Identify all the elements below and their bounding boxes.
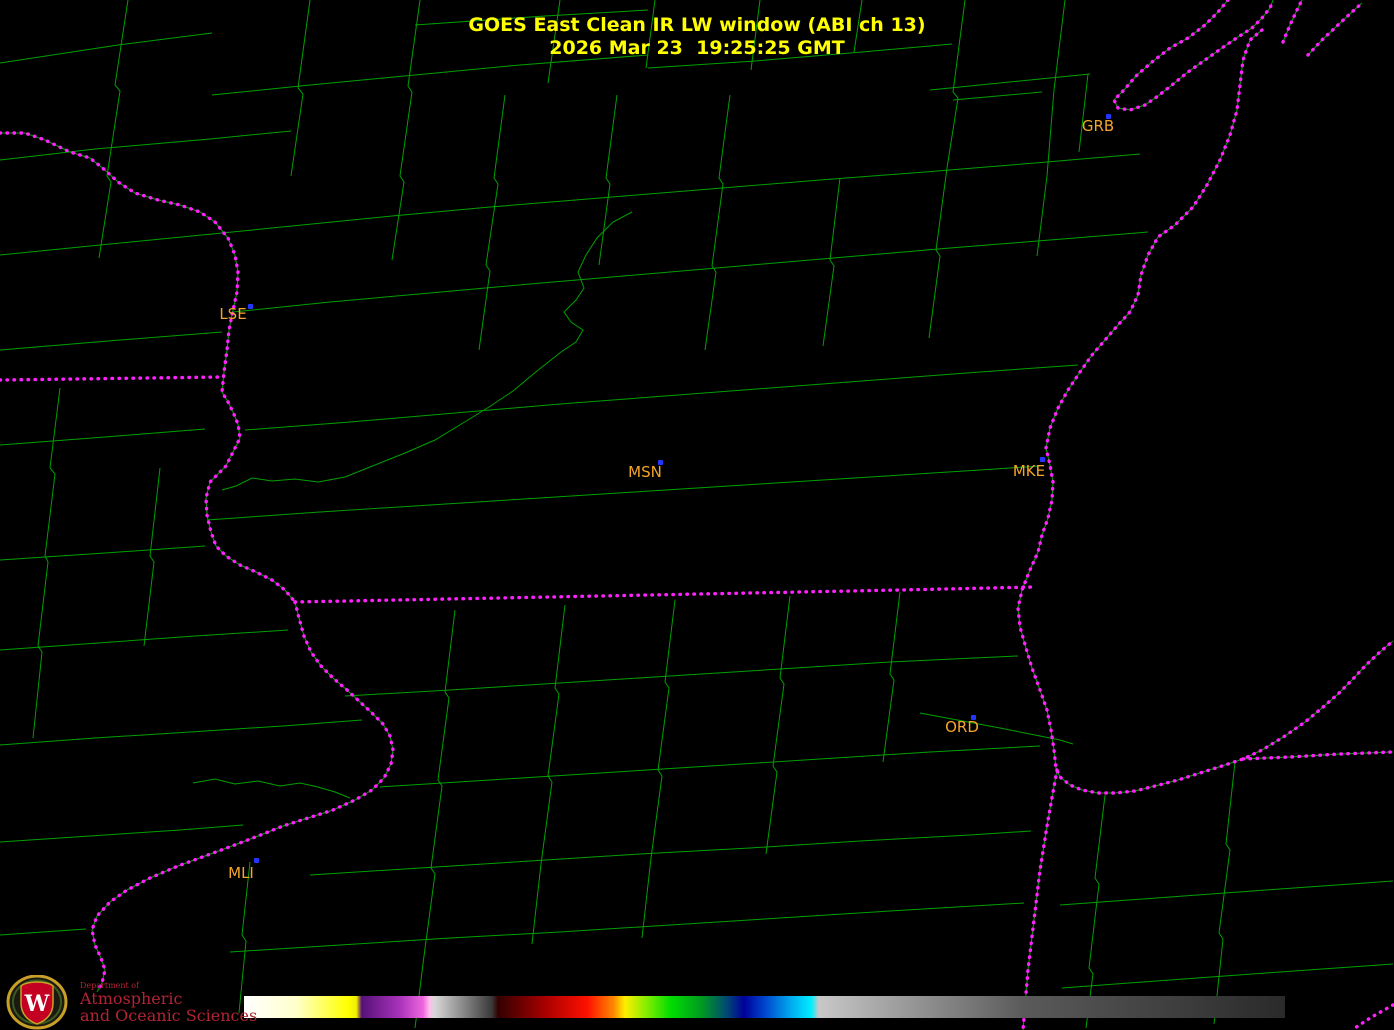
title-block: GOES East Clean IR LW window (ABI ch 13)… — [0, 14, 1394, 60]
county-boundary-path — [206, 465, 1041, 521]
station-dot-icon — [248, 304, 253, 309]
county-boundary-path — [952, 91, 1043, 101]
county-boundary-path — [0, 130, 292, 161]
county-boundary-path — [379, 745, 1041, 788]
county-boundary-path — [1085, 794, 1106, 1029]
county-boundary-path — [211, 54, 649, 96]
state-border-path — [293, 585, 1037, 604]
county-boundary-path — [414, 609, 456, 1029]
county-boundary-path — [478, 94, 506, 351]
county-boundary-path — [1061, 963, 1394, 989]
state-border-path — [1021, 768, 1059, 1030]
uw-crest-icon: W — [6, 975, 68, 1030]
county-boundary-path — [1059, 880, 1394, 906]
county-boundary-path — [192, 778, 351, 799]
timestamp: 2026 Mar 23 19:25:25 GMT — [549, 37, 845, 59]
map-svg — [0, 0, 1394, 1030]
logo-name-line2: and Oceanic Sciences — [80, 1006, 258, 1025]
station-label: MSN — [628, 463, 662, 481]
county-boundary-path — [0, 719, 363, 746]
county-boundary-path — [822, 177, 841, 347]
state-border-path — [1350, 1003, 1394, 1030]
county-boundary-path — [765, 595, 791, 855]
county-boundary-path — [598, 94, 618, 266]
state-border-path — [0, 131, 297, 604]
color-scale-bar — [244, 996, 1285, 1018]
county-boundary-path — [928, 167, 948, 339]
shoreline-underlay — [0, 0, 1394, 1030]
county-boundary-path — [221, 211, 633, 491]
crest-letter: W — [24, 991, 50, 1017]
county-boundary-path — [1036, 89, 1055, 257]
product-title: GOES East Clean IR LW window (ABI ch 13) — [468, 14, 926, 36]
uw-aos-logo: W Department of Atmospheric and Oceanic … — [6, 975, 257, 1030]
county-boundary-path — [309, 830, 1032, 876]
county-boundary-path — [232, 231, 1149, 313]
station-label: MKE — [1012, 462, 1046, 480]
county-boundary-path — [0, 629, 289, 651]
county-boundary-path — [0, 428, 206, 446]
county-boundary-path — [0, 824, 244, 843]
logo-name-line1: Atmospheric — [80, 989, 183, 1008]
county-boundary-path — [531, 604, 566, 945]
state-border-path — [0, 375, 224, 382]
state-border-path — [1016, 28, 1394, 795]
county-boundary-path — [0, 132, 296, 603]
station-label: LSE — [219, 305, 247, 323]
station-dot-icon — [254, 858, 259, 863]
county-boundary-path — [143, 467, 161, 647]
logo-text: Department of Atmospheric and Oceanic Sc… — [80, 981, 257, 1024]
county-boundary-path — [919, 712, 1074, 745]
station-label: GRB — [1081, 117, 1115, 135]
county-boundary-path — [1022, 769, 1058, 1030]
station-label: MLI — [228, 864, 254, 882]
station-label: ORD — [945, 718, 979, 736]
county-boundary-path — [344, 655, 1019, 697]
county-boundary-path — [1017, 29, 1394, 794]
county-boundary-path — [244, 364, 1079, 431]
satellite-viewer-screen: GOES East Clean IR LW window (ABI ch 13)… — [0, 0, 1394, 1030]
county-boundary-path — [0, 545, 206, 561]
state-borders-dotted — [0, 0, 1394, 1030]
county-boundary-path — [1078, 73, 1089, 153]
county-boundaries — [0, 0, 1394, 1029]
county-boundary-path — [0, 215, 393, 256]
county-boundary-path — [704, 94, 731, 351]
county-boundary-path — [882, 591, 901, 763]
county-boundary-path — [391, 153, 1141, 217]
county-boundary-path — [0, 331, 223, 351]
county-boundary-path — [0, 928, 87, 936]
county-boundary-path — [229, 902, 1025, 953]
